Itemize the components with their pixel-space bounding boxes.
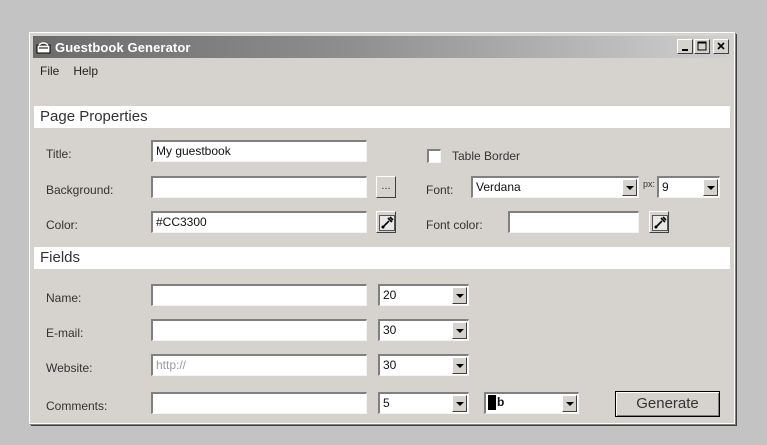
fields-heading: Fields [34, 247, 730, 269]
app-icon [36, 41, 51, 54]
chevron-down-icon[interactable] [452, 395, 467, 412]
comments-field-input[interactable] [151, 392, 367, 414]
font-select-value: Verdana [476, 180, 521, 194]
maximize-icon [697, 41, 707, 51]
field-label-website: Website: [46, 361, 93, 375]
comments-style-select[interactable]: b [484, 392, 579, 414]
table-border-checkbox[interactable] [427, 149, 441, 163]
px-label: px: [643, 179, 656, 189]
minimize-button[interactable] [677, 39, 693, 54]
font-color-label: Font color: [426, 218, 483, 232]
website-size-value: 30 [383, 358, 397, 372]
menu-file[interactable]: File [40, 64, 59, 78]
menu-help[interactable]: Help [73, 64, 98, 78]
chevron-down-icon[interactable] [622, 179, 637, 196]
font-select[interactable]: Verdana [471, 176, 639, 198]
website-field-input[interactable]: http:// [151, 354, 367, 376]
field-label-comments: Comments: [46, 399, 108, 413]
chevron-down-icon[interactable] [452, 357, 467, 374]
name-size-value: 20 [383, 288, 397, 302]
close-button[interactable] [713, 39, 729, 54]
background-input[interactable] [151, 176, 367, 198]
eyedropper-icon [652, 215, 668, 231]
comments-size-select[interactable]: 5 [378, 392, 469, 414]
px-select-value: 9 [662, 180, 669, 194]
name-size-select[interactable]: 20 [378, 284, 469, 306]
table-border-label: Table Border [452, 149, 521, 163]
email-size-value: 30 [383, 323, 397, 337]
chevron-down-icon[interactable] [562, 395, 577, 412]
name-field-input[interactable] [151, 284, 367, 306]
color-input[interactable]: #CC3300 [151, 211, 367, 233]
website-size-select[interactable]: 30 [378, 354, 469, 376]
title-input[interactable]: My guestbook [151, 140, 367, 162]
title-bar[interactable]: Guestbook Generator [33, 36, 731, 58]
email-field-input[interactable] [151, 319, 367, 341]
close-icon [717, 42, 725, 50]
email-size-select[interactable]: 30 [378, 319, 469, 341]
browse-button[interactable]: ... [376, 176, 396, 198]
eyedropper-icon [379, 215, 395, 231]
px-select[interactable]: 9 [657, 176, 720, 198]
font-color-input[interactable] [508, 211, 639, 233]
text-style-icon [488, 395, 496, 410]
generate-button[interactable]: Generate [615, 391, 720, 417]
color-label: Color: [46, 218, 79, 232]
chevron-down-icon[interactable] [452, 322, 467, 339]
chevron-down-icon[interactable] [703, 179, 718, 196]
font-color-picker-button[interactable] [649, 211, 669, 233]
page-properties-heading: Page Properties [34, 106, 730, 128]
guestbook-generator-window: Guestbook Generator File Help Page Prope… [29, 32, 735, 424]
window-title: Guestbook Generator [55, 39, 191, 55]
field-label-name: Name: [46, 291, 82, 305]
font-label: Font: [426, 183, 454, 197]
color-picker-button[interactable] [376, 211, 396, 233]
menu-bar: File Help [34, 61, 98, 81]
background-label: Background: [46, 183, 114, 197]
comments-size-value: 5 [383, 396, 390, 410]
field-label-email: E-mail: [46, 326, 84, 340]
title-label: Title: [46, 147, 72, 161]
chevron-down-icon[interactable] [452, 287, 467, 304]
style-select-value: b [488, 395, 504, 410]
minimize-icon [682, 49, 688, 51]
maximize-button[interactable] [694, 39, 710, 54]
